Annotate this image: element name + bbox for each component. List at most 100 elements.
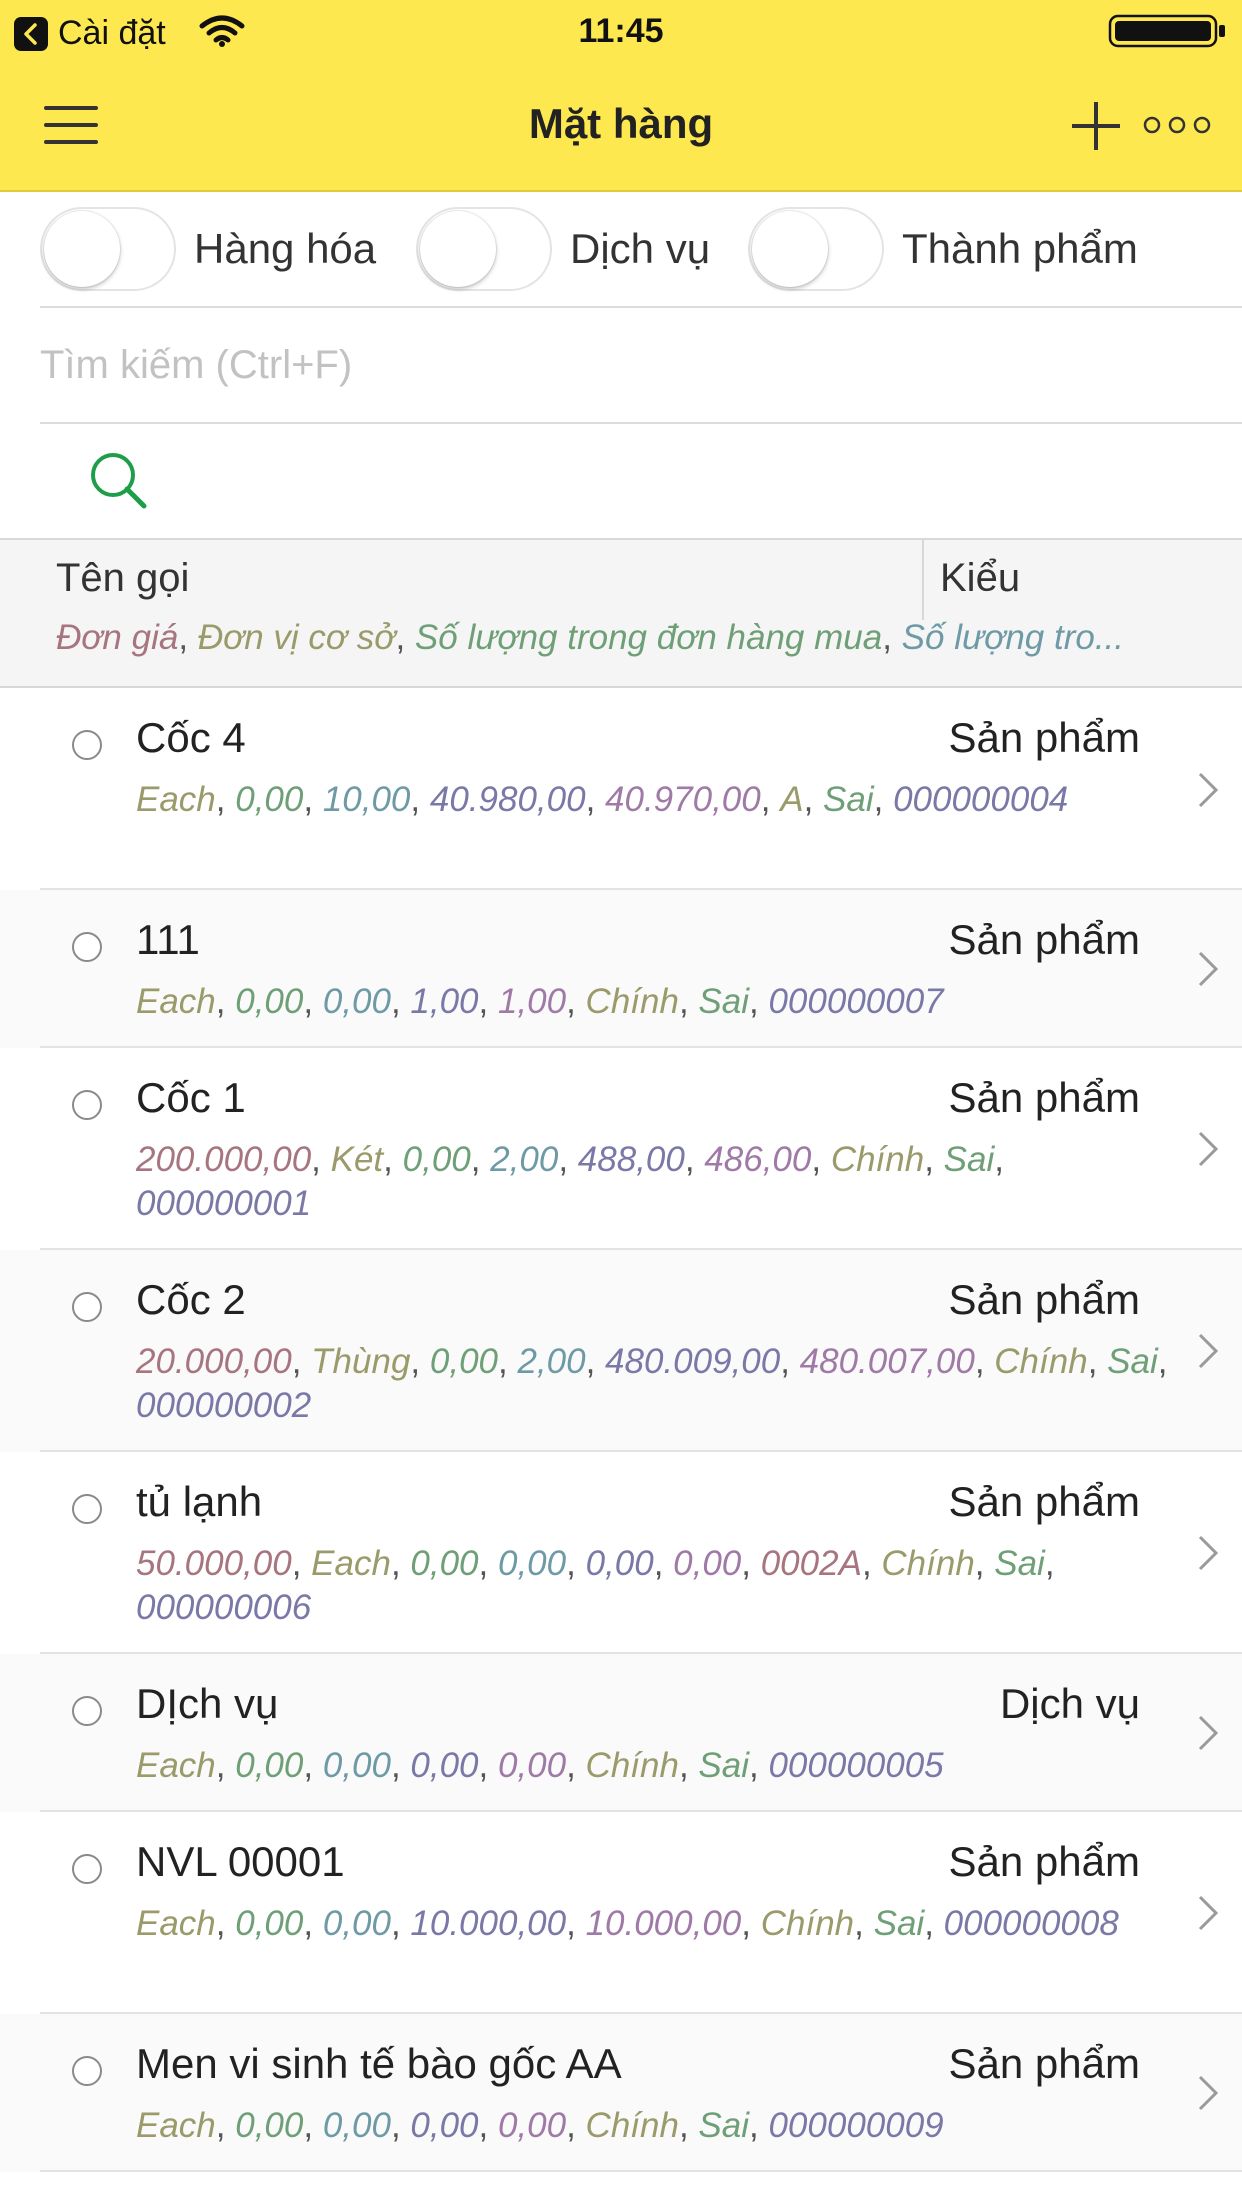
item-field-value: 0,00 — [235, 780, 304, 819]
select-radio[interactable] — [72, 1696, 102, 1726]
item-field-value: 0,00 — [322, 1746, 391, 1785]
item-field-value: 000000004 — [893, 780, 1069, 819]
chevron-right-icon — [1198, 1333, 1219, 1369]
item-fields: Each, 0,00, 10,00, 40.980,00, 40.970,00,… — [136, 780, 1069, 819]
column-divider — [922, 540, 924, 620]
filter-bar: Hàng hóa Dịch vụ Thành phẩm — [0, 194, 1242, 306]
item-field-value: 0,00 — [322, 2106, 391, 2145]
list-item[interactable]: Cốc 2 Sản phẩm 20.000,00, Thùng, 0,00, 2… — [0, 1250, 1242, 1452]
item-field-value: Each — [136, 1904, 216, 1943]
item-field-value: Chính — [881, 1544, 975, 1583]
item-field-value: 0,00 — [235, 2106, 304, 2145]
item-fields: Each, 0,00, 0,00, 0,00, 0,00, Chính, Sai… — [136, 2106, 944, 2145]
item-name: 111 — [136, 916, 200, 963]
item-field-value: 10,00 — [322, 780, 411, 819]
more-options-button[interactable] — [1142, 110, 1212, 140]
list-item[interactable]: Cốc 1 Sản phẩm 200.000,00, Két, 0,00, 2,… — [0, 1048, 1242, 1250]
select-radio[interactable] — [72, 1090, 102, 1120]
item-field-value: Each — [311, 1544, 391, 1583]
filter-hang-hoa: Hàng hóa — [40, 206, 376, 292]
item-fields: 50.000,00, Each, 0,00, 0,00, 0,00, 0,00,… — [136, 1544, 1055, 1627]
item-name: Cốc 4 — [136, 714, 246, 761]
item-field-value: 2,00 — [490, 1140, 559, 1179]
item-field-value: Sai — [698, 1746, 749, 1785]
list-item[interactable]: tủ lạnh Sản phẩm 50.000,00, Each, 0,00, … — [0, 1452, 1242, 1654]
item-field-value: 000000008 — [943, 1904, 1119, 1943]
toggle-dich-vu[interactable] — [416, 207, 552, 291]
item-field-value: 0,00 — [322, 1904, 391, 1943]
item-field-value: Sai — [873, 1904, 925, 1943]
select-radio[interactable] — [72, 1292, 102, 1322]
item-type: Sản phẩm — [948, 916, 1140, 963]
item-type: Sản phẩm — [948, 1478, 1140, 1525]
toggle-thanh-pham[interactable] — [748, 207, 884, 291]
item-field-value: 0,00 — [322, 982, 391, 1021]
item-field-value: 000000009 — [768, 2106, 944, 2145]
chevron-right-icon — [1198, 1131, 1219, 1167]
add-button[interactable] — [1070, 100, 1122, 152]
item-field-value: 0002A — [760, 1544, 862, 1583]
item-field-value: Két — [330, 1140, 384, 1179]
item-field-value: 0,00 — [235, 1904, 304, 1943]
item-field-value: Each — [136, 780, 216, 819]
item-name: Men vi sinh tế bào gốc AA — [136, 2040, 622, 2087]
item-field-value: Thùng — [311, 1342, 411, 1381]
item-field-value: 0,00 — [410, 1544, 479, 1583]
item-name: Cốc 1 — [136, 1074, 246, 1121]
item-field-value: 1,00 — [410, 982, 479, 1021]
toggle-hang-hoa[interactable] — [40, 207, 176, 291]
list-header: Tên gọi Kiểu Đơn giá, Đơn vị cơ sở, Số l… — [0, 538, 1242, 688]
divider — [40, 422, 1242, 424]
select-radio[interactable] — [72, 932, 102, 962]
select-radio[interactable] — [72, 1854, 102, 1884]
header-field: Số lượng trong đơn hàng mua — [414, 618, 883, 657]
list-item[interactable]: DỊch vụ Dịch vụ Each, 0,00, 0,00, 0,00, … — [0, 1654, 1242, 1812]
item-field-value: Each — [136, 1746, 216, 1785]
item-field-value: 40.970,00 — [605, 780, 761, 819]
header-name-column: Tên gọi — [56, 556, 190, 600]
item-field-value: 1,00 — [497, 982, 567, 1021]
select-radio[interactable] — [72, 1494, 102, 1524]
list-item[interactable]: Men vi sinh tế bào gốc AA Sản phẩm Each,… — [0, 2014, 1242, 2172]
item-field-value: 0,00 — [497, 1544, 567, 1583]
item-field-value: Each — [136, 982, 216, 1021]
list-item[interactable]: 111 Sản phẩm Each, 0,00, 0,00, 1,00, 1,0… — [0, 890, 1242, 1048]
item-field-value: Sai — [698, 2106, 749, 2145]
search-icon — [91, 453, 147, 509]
item-type: Dịch vụ — [999, 1680, 1140, 1727]
filter-dich-vu: Dịch vụ — [416, 206, 710, 292]
item-type: Sản phẩm — [948, 1838, 1140, 1885]
divider — [40, 306, 1242, 308]
list-item[interactable]: Cốc 4 Sản phẩm Each, 0,00, 10,00, 40.980… — [0, 688, 1242, 890]
item-field-value: 20.000,00 — [136, 1342, 292, 1381]
header-field: Đơn giá — [56, 618, 179, 657]
list-item[interactable]: NVL 00001 Sản phẩm Each, 0,00, 0,00, 10.… — [0, 1812, 1242, 2014]
item-field-value: 486,00 — [704, 1140, 812, 1179]
item-field-value: Chính — [994, 1342, 1088, 1381]
search-input[interactable] — [40, 330, 1220, 400]
filter-label: Thành phẩm — [902, 225, 1138, 272]
item-field-value: 0,00 — [497, 1746, 567, 1785]
item-field-value: 50.000,00 — [136, 1544, 292, 1583]
item-name: tủ lạnh — [136, 1478, 263, 1525]
status-bar: Cài đặt 11:45 — [0, 0, 1242, 62]
chevron-right-icon — [1198, 2075, 1219, 2111]
search-button[interactable] — [88, 450, 154, 516]
item-field-value: Each — [136, 2106, 216, 2145]
item-field-value: 200.000,00 — [136, 1140, 312, 1179]
chevron-right-icon — [1198, 1535, 1219, 1571]
item-field-value: 000000001 — [136, 1184, 312, 1223]
item-field-value: 0,00 — [673, 1544, 742, 1583]
select-radio[interactable] — [72, 730, 102, 760]
item-field-value: 480.007,00 — [799, 1342, 975, 1381]
item-field-value: Chính — [585, 2106, 679, 2145]
item-field-value: 480.009,00 — [605, 1342, 781, 1381]
select-radio[interactable] — [72, 2056, 102, 2086]
item-field-value: 0,00 — [429, 1342, 498, 1381]
item-field-value: 10.000,00 — [410, 1904, 567, 1943]
item-fields: Each, 0,00, 0,00, 1,00, 1,00, Chính, Sai… — [136, 982, 944, 1021]
item-field-value: Sai — [823, 780, 874, 819]
item-field-value: 0,00 — [402, 1140, 471, 1179]
item-field-value: 2,00 — [517, 1342, 586, 1381]
item-field-value: 0,00 — [410, 1746, 479, 1785]
